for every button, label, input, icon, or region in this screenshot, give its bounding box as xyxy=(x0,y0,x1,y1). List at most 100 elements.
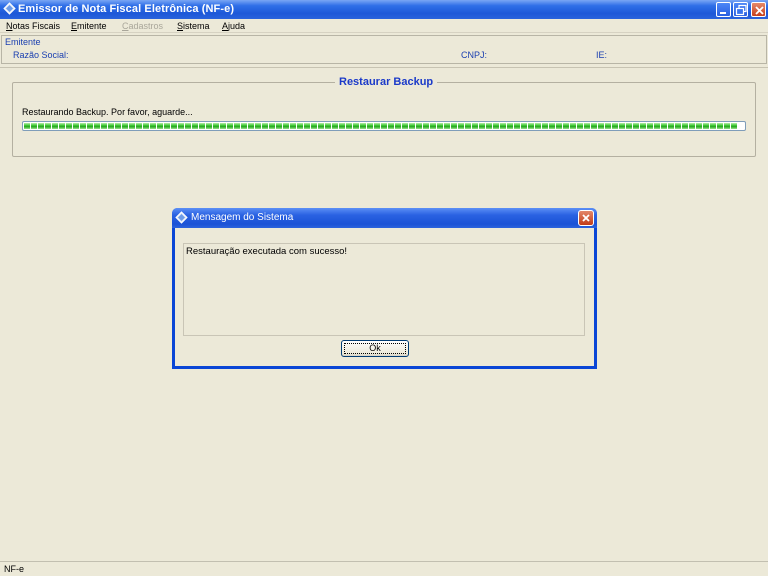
progress-block xyxy=(647,123,653,129)
razao-social-label: Razão Social: xyxy=(13,50,69,60)
dialog-close-icon xyxy=(582,214,590,222)
progress-block xyxy=(66,123,72,129)
progress-block xyxy=(101,123,107,129)
progress-block xyxy=(493,123,499,129)
progress-block xyxy=(290,123,296,129)
progress-block xyxy=(556,123,562,129)
progress-block xyxy=(486,123,492,129)
progress-block xyxy=(248,123,254,129)
restore-button[interactable] xyxy=(733,2,748,17)
progress-block xyxy=(668,123,674,129)
progress-block xyxy=(661,123,667,129)
close-button[interactable] xyxy=(751,2,766,17)
progress-block xyxy=(45,123,51,129)
progress-block xyxy=(416,123,422,129)
progress-block xyxy=(591,123,597,129)
progress-block xyxy=(654,123,660,129)
progress-block xyxy=(213,123,219,129)
progress-block xyxy=(388,123,394,129)
progress-block xyxy=(283,123,289,129)
statusbar: NF-e xyxy=(0,561,768,576)
message-dialog: Mensagem do Sistema Restauração executad… xyxy=(172,208,597,369)
ok-button[interactable]: Ok xyxy=(341,340,409,357)
progress-block xyxy=(514,123,520,129)
progress-block xyxy=(332,123,338,129)
progress-block xyxy=(451,123,457,129)
progress-block xyxy=(549,123,555,129)
progress-block xyxy=(206,123,212,129)
restore-backup-title: Restaurar Backup xyxy=(335,76,438,88)
progress-block xyxy=(192,123,198,129)
progress-block xyxy=(500,123,506,129)
progress-block xyxy=(619,123,625,129)
menubar: Notas Fiscais Emitente Cadastros Sistema… xyxy=(0,19,768,33)
progress-block xyxy=(444,123,450,129)
progress-block xyxy=(423,123,429,129)
dialog-close-button[interactable] xyxy=(578,210,594,226)
progress-block xyxy=(598,123,604,129)
progress-block xyxy=(311,123,317,129)
progress-block xyxy=(24,123,30,129)
dialog-message: Restauração executada com sucesso! xyxy=(186,246,348,257)
progress-block xyxy=(374,123,380,129)
progress-block xyxy=(87,123,93,129)
progress-block xyxy=(479,123,485,129)
progress-block xyxy=(717,123,723,129)
progress-block xyxy=(297,123,303,129)
progress-block xyxy=(724,123,730,129)
menu-sistema[interactable]: Sistema xyxy=(177,21,210,31)
progress-block xyxy=(129,123,135,129)
progress-block xyxy=(164,123,170,129)
progress-block xyxy=(269,123,275,129)
menu-cadastros[interactable]: Cadastros xyxy=(122,21,163,31)
progress-block xyxy=(157,123,163,129)
progress-block xyxy=(458,123,464,129)
cnpj-label: CNPJ: xyxy=(461,50,488,60)
menu-notas-fiscais[interactable]: Notas Fiscais xyxy=(6,21,60,31)
progress-block xyxy=(346,123,352,129)
progress-block xyxy=(626,123,632,129)
dialog-title: Mensagem do Sistema xyxy=(191,212,294,223)
progress-block xyxy=(220,123,226,129)
dialog-app-icon xyxy=(175,211,188,224)
progress-block xyxy=(38,123,44,129)
progress-block xyxy=(395,123,401,129)
progress-block xyxy=(304,123,310,129)
panel-divider xyxy=(0,67,768,68)
progress-block xyxy=(339,123,345,129)
progress-block xyxy=(584,123,590,129)
app-icon xyxy=(3,2,16,15)
progress-block xyxy=(143,123,149,129)
progress-block xyxy=(255,123,261,129)
menu-emitente[interactable]: Emitente xyxy=(71,21,107,31)
ok-button-focus-ring xyxy=(344,343,406,354)
progress-block xyxy=(577,123,583,129)
progress-block xyxy=(675,123,681,129)
progress-block xyxy=(430,123,436,129)
minimize-button[interactable] xyxy=(716,2,731,17)
progress-block xyxy=(633,123,639,129)
progress-block xyxy=(94,123,100,129)
progress-block xyxy=(612,123,618,129)
progress-block xyxy=(367,123,373,129)
progress-block xyxy=(108,123,114,129)
restore-backup-group: Restaurar Backup Restaurando Backup. Por… xyxy=(12,76,756,157)
progress-block xyxy=(570,123,576,129)
progress-block xyxy=(542,123,548,129)
progress-block xyxy=(234,123,240,129)
restore-status-text: Restaurando Backup. Por favor, aguarde..… xyxy=(22,107,193,117)
progress-block xyxy=(115,123,121,129)
progress-block xyxy=(262,123,268,129)
progress-block xyxy=(409,123,415,129)
progress-block xyxy=(696,123,702,129)
menu-ajuda[interactable]: Ajuda xyxy=(222,21,245,31)
progress-block xyxy=(122,123,128,129)
progress-block xyxy=(682,123,688,129)
ie-label: IE: xyxy=(596,50,608,60)
progress-block xyxy=(325,123,331,129)
progress-block xyxy=(360,123,366,129)
progress-block xyxy=(59,123,65,129)
close-icon xyxy=(755,6,764,15)
dialog-body: Restauração executada com sucesso! Ok xyxy=(175,228,594,366)
progress-block xyxy=(521,123,527,129)
